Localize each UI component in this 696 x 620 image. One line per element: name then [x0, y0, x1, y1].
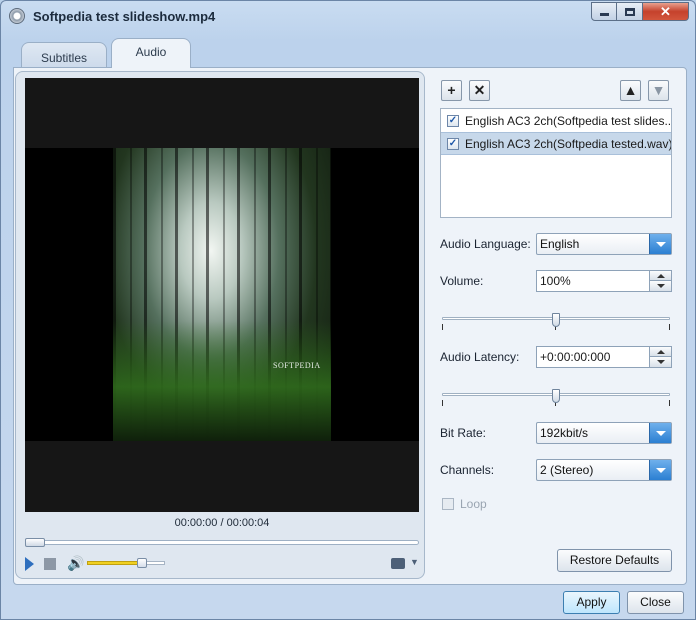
channels-select[interactable]: 2 (Stereo) — [536, 459, 672, 481]
chevron-down-icon[interactable]: ▼ — [410, 557, 419, 573]
close-icon: ✕ — [660, 3, 671, 19]
volume-label: Volume: — [440, 274, 484, 288]
title-bar[interactable]: Softpedia test slideshow.mp4 ✕ — [1, 1, 695, 31]
channels-value: 2 (Stereo) — [540, 463, 594, 477]
remove-track-button[interactable]: ✕ — [469, 80, 490, 101]
move-down-button[interactable]: ▼ — [648, 80, 669, 101]
audio-language-label: Audio Language: — [440, 237, 531, 251]
tab-audio[interactable]: Audio — [111, 38, 191, 68]
volume-value: 100% — [540, 274, 571, 288]
maximize-icon — [624, 7, 635, 16]
track-checkbox[interactable]: ✓ — [447, 114, 459, 127]
audio-language-select[interactable]: English — [536, 233, 672, 255]
latency-decrement-icon[interactable] — [650, 357, 671, 367]
video-frame-image — [113, 148, 331, 441]
maximize-button[interactable] — [617, 2, 643, 21]
volume-slider-fill — [87, 561, 142, 565]
loop-checkbox[interactable] — [442, 498, 454, 510]
add-track-button[interactable]: + — [441, 80, 462, 101]
volume-decrement-icon[interactable] — [650, 281, 671, 291]
move-up-button[interactable]: ▲ — [620, 80, 641, 101]
seek-bar[interactable] — [25, 540, 419, 545]
video-watermark: SOFTPEDIA — [273, 361, 321, 370]
chevron-down-icon[interactable] — [649, 423, 671, 443]
minimize-icon — [599, 13, 609, 16]
audio-latency-label: Audio Latency: — [440, 350, 520, 364]
audio-language-value: English — [540, 237, 580, 251]
time-display: 00:00:00 / 00:00:04 — [174, 517, 270, 529]
audio-track-list: ✓ English AC3 2ch(Softpedia test slides.… — [440, 108, 672, 218]
play-icon[interactable] — [25, 557, 34, 571]
volume-setting-thumb[interactable] — [552, 313, 560, 327]
list-item[interactable]: ✓ English AC3 2ch(Softpedia test slides.… — [441, 109, 671, 132]
snapshot-icon[interactable] — [391, 558, 405, 569]
bit-rate-label: Bit Rate: — [440, 426, 487, 440]
app-icon — [9, 8, 25, 24]
latency-increment-icon[interactable] — [650, 347, 671, 357]
track-checkbox[interactable]: ✓ — [447, 137, 459, 150]
loop-label: Loop — [460, 497, 487, 511]
audio-latency-stepper[interactable]: +0:00:00:000 — [536, 346, 672, 368]
volume-increment-icon[interactable] — [650, 271, 671, 281]
track-label: English AC3 2ch(Softpedia test slides... — [465, 113, 671, 128]
list-item[interactable]: ✓ English AC3 2ch(Softpedia tested.wav) — [441, 132, 671, 155]
volume-icon[interactable]: 🔊 — [67, 556, 85, 572]
seek-thumb[interactable] — [25, 538, 45, 547]
bit-rate-select[interactable]: 192kbit/s — [536, 422, 672, 444]
minimize-button[interactable] — [591, 2, 617, 21]
channels-label: Channels: — [440, 463, 495, 477]
close-button[interactable]: Close — [627, 591, 684, 614]
latency-stepper-buttons — [649, 347, 671, 367]
video-letterbox-top — [25, 78, 419, 148]
volume-stepper-buttons — [649, 271, 671, 291]
audio-latency-value: +0:00:00:000 — [540, 350, 611, 364]
volume-slider-thumb[interactable] — [137, 558, 147, 568]
stop-icon[interactable] — [44, 558, 56, 570]
chevron-down-icon[interactable] — [649, 234, 671, 254]
chevron-down-icon[interactable] — [649, 460, 671, 480]
restore-defaults-button[interactable]: Restore Defaults — [557, 549, 672, 572]
track-label: English AC3 2ch(Softpedia tested.wav) — [465, 136, 671, 151]
window-controls: ✕ — [591, 2, 689, 21]
dialog-window: Softpedia test slideshow.mp4 ✕ Subtitles… — [0, 0, 696, 620]
latency-setting-thumb[interactable] — [552, 389, 560, 403]
volume-stepper[interactable]: 100% — [536, 270, 672, 292]
tab-subtitles[interactable]: Subtitles — [21, 42, 107, 70]
close-window-button[interactable]: ✕ — [643, 2, 689, 21]
video-letterbox-bottom — [25, 441, 419, 512]
apply-button[interactable]: Apply — [563, 591, 620, 614]
window-title: Softpedia test slideshow.mp4 — [33, 9, 216, 24]
bit-rate-value: 192kbit/s — [540, 426, 589, 440]
